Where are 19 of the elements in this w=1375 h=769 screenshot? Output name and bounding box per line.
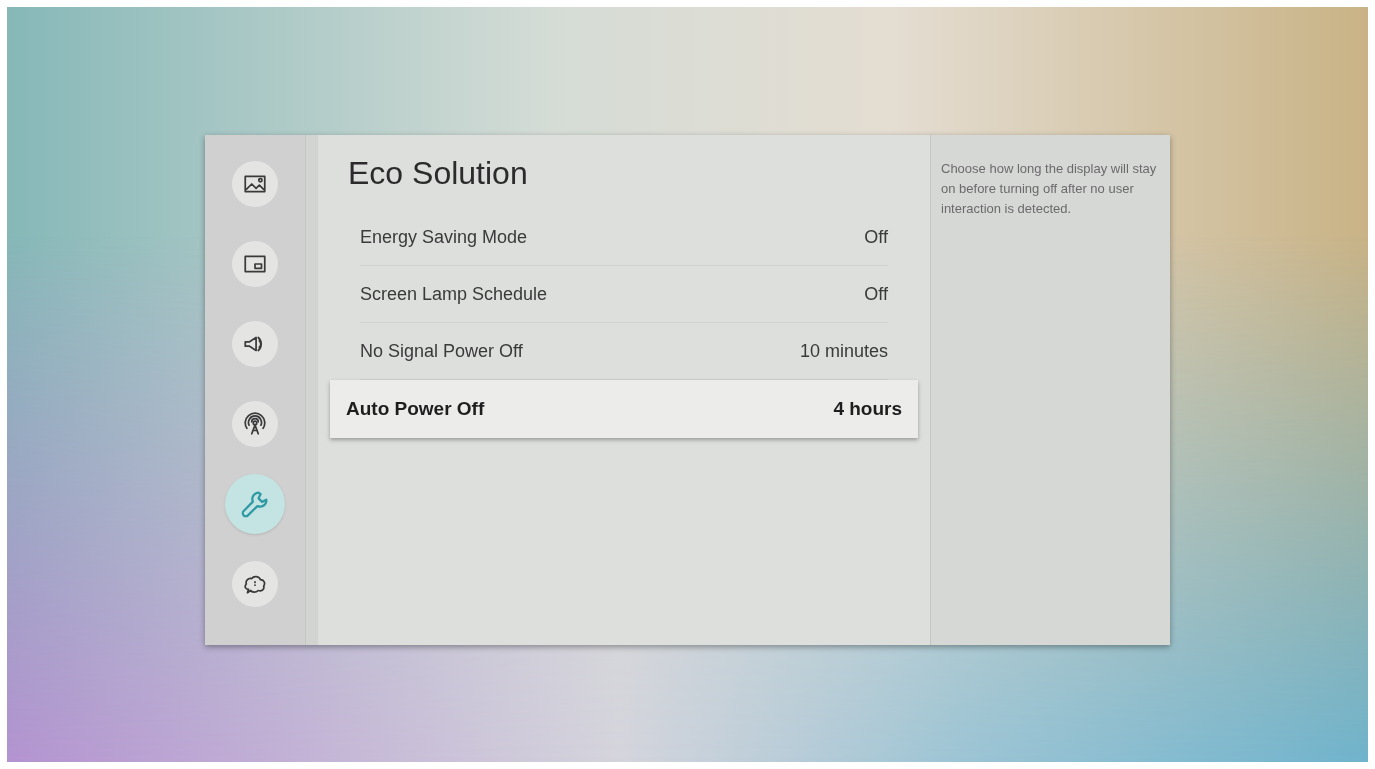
menu-item[interactable]: Energy Saving Mode Off: [360, 209, 888, 266]
menu-item[interactable]: Auto Power Off 4 hours: [330, 380, 918, 438]
menu-item-label: Screen Lamp Schedule: [360, 282, 548, 306]
broadcast-button[interactable]: [232, 401, 278, 447]
menu-item-value: 4 hours: [833, 396, 902, 421]
picture-button[interactable]: [232, 161, 278, 207]
menu-item-label: Energy Saving Mode: [360, 225, 528, 249]
menu-item-value: 10 minutes: [799, 339, 888, 363]
description-text: Choose how long the display will stay on before turning off after no user interaction is detected.: [941, 160, 1158, 218]
broadcast-icon: [242, 411, 268, 437]
screen-button[interactable]: [232, 241, 278, 287]
panel-title: Eco Solution: [347, 154, 529, 193]
chat-help-button[interactable]: [232, 561, 278, 607]
menu-item-label: Auto Power Off: [346, 396, 485, 421]
menu-item-value: Off: [864, 225, 888, 249]
menu-item-label: No Signal Power Off: [360, 339, 523, 363]
menu-item[interactable]: Screen Lamp Schedule Off: [360, 266, 888, 323]
speaker-button[interactable]: [232, 321, 278, 367]
menu-item-value: Off: [864, 282, 888, 306]
